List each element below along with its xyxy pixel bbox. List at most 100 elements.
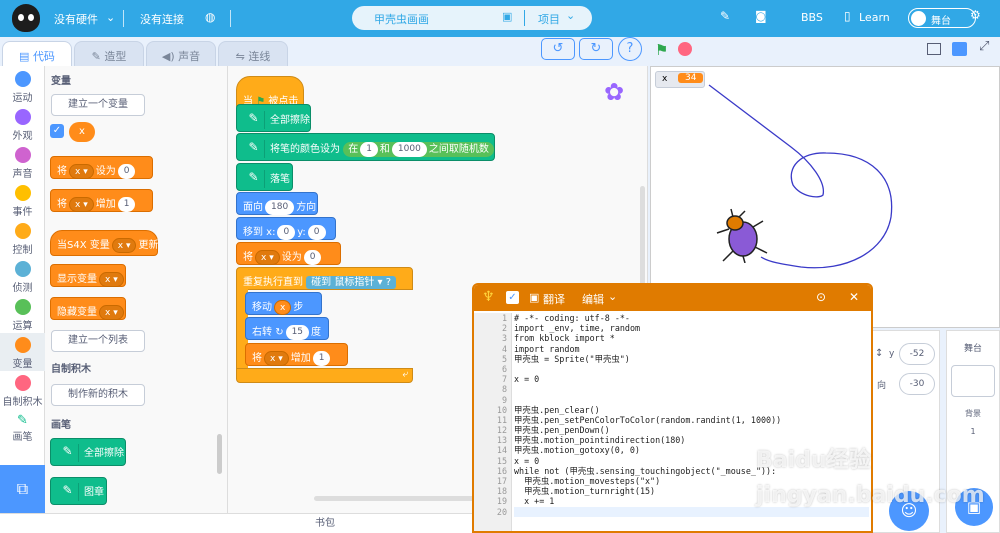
project-name[interactable]: 甲壳虫画画 <box>374 11 429 27</box>
code-line[interactable]: # -*- coding: utf-8 -*- <box>514 313 869 323</box>
category-sensing[interactable]: 侦测 <box>0 261 45 294</box>
code-line[interactable] <box>514 384 869 394</box>
var-dropdown[interactable]: x ▾ <box>69 196 94 212</box>
category-events[interactable]: 事件 <box>0 185 45 218</box>
category-variables[interactable]: 变量 <box>0 333 45 371</box>
tab-costume[interactable]: ✎ 造型 <box>74 41 144 68</box>
y-input[interactable]: -52 <box>899 343 935 365</box>
make-list-button[interactable]: 建立一个列表 <box>51 330 145 352</box>
code-line[interactable] <box>514 364 869 374</box>
run-icon[interactable]: ⊙ <box>816 290 826 304</box>
direction-input[interactable]: 180 <box>265 199 295 215</box>
edit-icon[interactable]: ✎ <box>720 9 730 23</box>
x-input[interactable]: 0 <box>277 224 296 240</box>
camera-icon[interactable]: ◙ <box>755 9 767 23</box>
code-line[interactable]: 甲壳虫.pen_penDown() <box>514 425 869 435</box>
redo-button[interactable]: ↻ <box>579 38 613 60</box>
save-icon[interactable]: ▣ <box>502 10 512 23</box>
steps-reporter[interactable]: x <box>274 299 292 315</box>
y-input[interactable]: 0 <box>307 224 326 240</box>
point-direction-block[interactable]: 面向 180 方向 <box>236 192 318 215</box>
palette-scrollbar[interactable] <box>217 434 222 474</box>
learn-link[interactable]: Learn <box>859 11 890 24</box>
set-variable-block[interactable]: 将x ▾ 设为 0 <box>236 242 341 265</box>
close-icon[interactable]: ✕ <box>849 290 859 304</box>
set-variable-block[interactable]: 将x ▾ 设为 0 <box>50 156 153 179</box>
green-flag-button[interactable]: ⚑ <box>655 41 668 59</box>
category-control[interactable]: 控制 <box>0 223 45 256</box>
logo-icon[interactable] <box>12 4 40 32</box>
code-line[interactable] <box>514 395 869 405</box>
s4x-variable-hat-block[interactable]: 当S4X 变量 x ▾ 更新 <box>50 230 158 256</box>
show-variable-block[interactable]: 显示变量 x ▾ <box>50 264 126 287</box>
direction-input[interactable]: -30 <box>899 373 935 395</box>
category-sound[interactable]: 声音 <box>0 147 45 180</box>
value-input[interactable]: 1 <box>312 350 331 366</box>
globe-icon[interactable]: ◍ <box>205 10 215 24</box>
help-button[interactable]: ? <box>618 37 642 61</box>
chevron-down-icon[interactable]: ⌄ <box>608 290 617 303</box>
sync-checkbox[interactable]: ✓ <box>506 291 519 304</box>
var-checkbox[interactable]: ✓ <box>50 124 64 138</box>
set-pen-color-block[interactable]: ✎ 将笔的颜色设为 在 1 和 1000 之间取随机数 <box>236 133 495 161</box>
code-line[interactable]: import _env, time, random <box>514 323 869 333</box>
clear-all-block[interactable]: ✎ 全部擦除 <box>50 438 126 466</box>
code-line[interactable]: from kblock import * <box>514 333 869 343</box>
var-dropdown[interactable]: x ▾ <box>111 237 137 253</box>
category-pen[interactable]: ✎ 画笔 <box>0 413 45 443</box>
connection-menu[interactable]: 没有连接 <box>140 11 184 27</box>
turn-right-block[interactable]: 右转 ↻ 15 度 <box>245 317 329 340</box>
value-input[interactable]: 0 <box>117 163 136 179</box>
project-menu[interactable]: 项目 <box>538 11 560 27</box>
var-dropdown[interactable]: x ▾ <box>69 163 94 179</box>
chevron-down-icon[interactable]: ⌄ <box>566 9 575 22</box>
project-title-box[interactable]: 甲壳虫画画 ▣ 项目 ⌄ <box>352 6 592 30</box>
code-line[interactable]: x = 0 <box>514 374 869 384</box>
repeat-until-block[interactable]: 重复执行直到 碰到 鼠标指针 ▾ ? <box>236 267 413 290</box>
tab-code[interactable]: ▤ 代码 <box>2 41 72 68</box>
small-stage-icon[interactable] <box>927 43 941 55</box>
tab-connect[interactable]: ⇋ 连线 <box>218 41 288 68</box>
category-looks[interactable]: 外观 <box>0 109 45 142</box>
large-stage-icon[interactable] <box>952 42 967 56</box>
hardware-menu[interactable]: 没有硬件 <box>54 11 98 27</box>
random-operator[interactable]: 在 1 和 1000 之间取随机数 <box>343 141 494 157</box>
book-icon[interactable]: ▯ <box>844 9 851 23</box>
backdrop-thumbnail[interactable] <box>951 365 995 397</box>
tab-sound[interactable]: ◀) 声音 <box>146 41 216 68</box>
var-dropdown[interactable]: x ▾ <box>99 304 124 320</box>
beetle-sprite[interactable] <box>713 207 769 264</box>
clear-block[interactable]: ✎ 全部擦除 <box>236 104 311 132</box>
edit-menu[interactable]: 编辑 <box>582 291 604 307</box>
translate-button[interactable]: 翻译 <box>543 291 565 307</box>
value-input[interactable]: 0 <box>303 249 322 265</box>
random-to-input[interactable]: 1000 <box>391 141 427 157</box>
bbs-link[interactable]: BBS <box>801 11 823 24</box>
random-from-input[interactable]: 1 <box>360 141 378 157</box>
value-input[interactable]: 1 <box>117 196 136 212</box>
touching-sensor[interactable]: 碰到 鼠标指针 ▾ ? <box>306 276 397 289</box>
var-dropdown[interactable]: x ▾ <box>264 350 289 366</box>
degrees-input[interactable]: 15 <box>285 324 310 340</box>
change-variable-block[interactable]: 将x ▾ 增加 1 <box>50 189 153 212</box>
var-dropdown[interactable]: x ▾ <box>255 249 280 265</box>
hardware-chevron-icon[interactable]: ⌄ <box>106 11 115 24</box>
make-block-button[interactable]: 制作新的积木 <box>51 384 145 406</box>
variable-x-reporter[interactable]: x <box>69 122 95 142</box>
fullscreen-icon[interactable]: ⤢ <box>979 39 989 54</box>
add-extension-button[interactable]: ⧉ <box>0 465 45 513</box>
var-dropdown[interactable]: x ▾ <box>99 271 124 287</box>
stop-button[interactable] <box>678 42 692 56</box>
code-line[interactable]: 甲壳虫 = Sprite("甲壳虫") <box>514 354 869 364</box>
category-motion[interactable]: 运动 <box>0 71 45 104</box>
move-steps-block[interactable]: 移动 x 步 <box>245 292 322 315</box>
gear-icon[interactable]: ⚙ <box>970 8 981 22</box>
code-line[interactable]: 甲壳虫.pen_setPenColorToColor(random.randin… <box>514 415 869 425</box>
stamp-block[interactable]: ✎ 图章 <box>50 477 107 505</box>
pen-down-block[interactable]: ✎ 落笔 <box>236 163 293 191</box>
goto-xy-block[interactable]: 移到 x: 0 y: 0 <box>236 217 336 240</box>
hide-variable-block[interactable]: 隐藏变量 x ▾ <box>50 297 126 320</box>
category-myblocks[interactable]: 自制积木 <box>0 375 45 408</box>
code-line[interactable]: import random <box>514 344 869 354</box>
change-variable-block[interactable]: 将x ▾ 增加 1 <box>245 343 348 366</box>
